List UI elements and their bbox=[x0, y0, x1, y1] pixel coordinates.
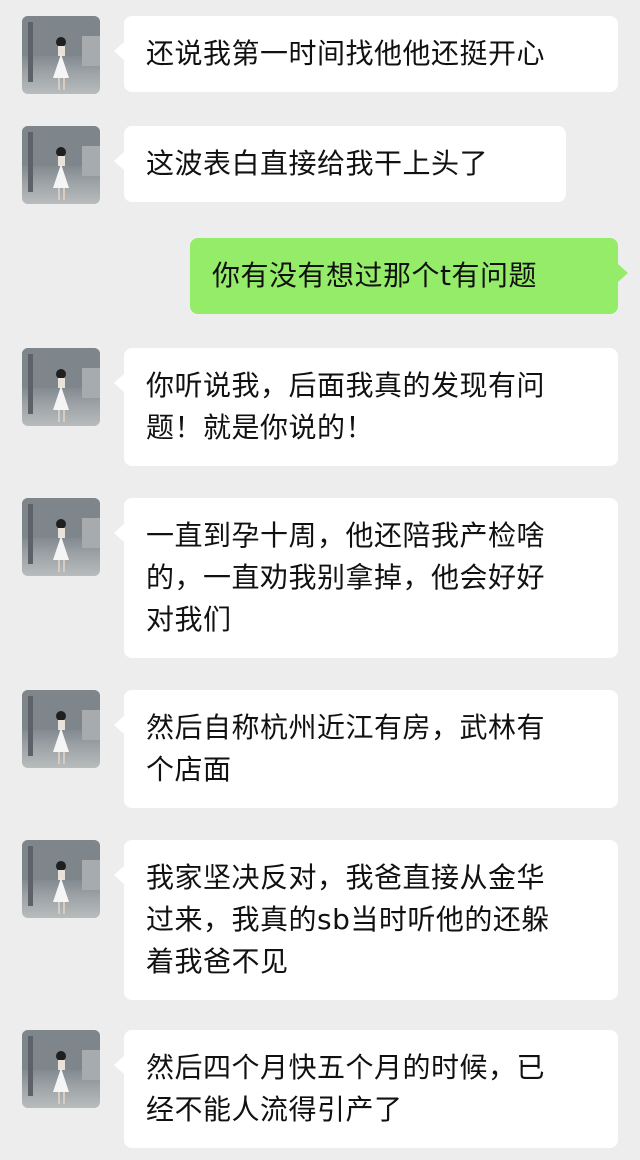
avatar-photo-icon bbox=[22, 840, 100, 914]
contact-avatar[interactable] bbox=[22, 348, 100, 426]
chat-bubble-incoming[interactable]: 这波表白直接给我干上头了 bbox=[114, 126, 566, 202]
avatar-photo-icon bbox=[22, 348, 100, 422]
avatar-photo-icon bbox=[22, 16, 100, 90]
chat-bubble-incoming[interactable]: 然后自称杭州近江有房，武林有 个店面 bbox=[114, 690, 618, 808]
chat-bubble-incoming[interactable]: 你听说我，后面我真的发现有问 题！就是你说的！ bbox=[114, 348, 618, 466]
chat-bubble-incoming[interactable]: 然后四个月快五个月的时候，已 经不能人流得引产了 bbox=[114, 1030, 618, 1148]
contact-avatar[interactable] bbox=[22, 126, 100, 204]
contact-avatar[interactable] bbox=[22, 840, 100, 918]
contact-avatar[interactable] bbox=[22, 1030, 100, 1108]
chat-bubble-incoming[interactable]: 还说我第一时间找他他还挺开心 bbox=[114, 16, 618, 92]
contact-avatar[interactable] bbox=[22, 690, 100, 768]
avatar-photo-icon bbox=[22, 498, 100, 572]
chat-bubble-incoming[interactable]: 一直到孕十周，他还陪我产检啥 的，一直劝我别拿掉，他会好好 对我们 bbox=[114, 498, 618, 658]
chat-bubble-incoming[interactable]: 我家坚决反对，我爸直接从金华 过来，我真的sb当时听他的还躲 着我爸不见 bbox=[114, 840, 618, 1000]
chat-bubble-outgoing[interactable]: 你有没有想过那个t有问题 bbox=[190, 238, 628, 314]
avatar-photo-icon bbox=[22, 690, 100, 764]
avatar-photo-icon bbox=[22, 1030, 100, 1104]
avatar-photo-icon bbox=[22, 126, 100, 200]
contact-avatar[interactable] bbox=[22, 498, 100, 576]
contact-avatar[interactable] bbox=[22, 16, 100, 94]
